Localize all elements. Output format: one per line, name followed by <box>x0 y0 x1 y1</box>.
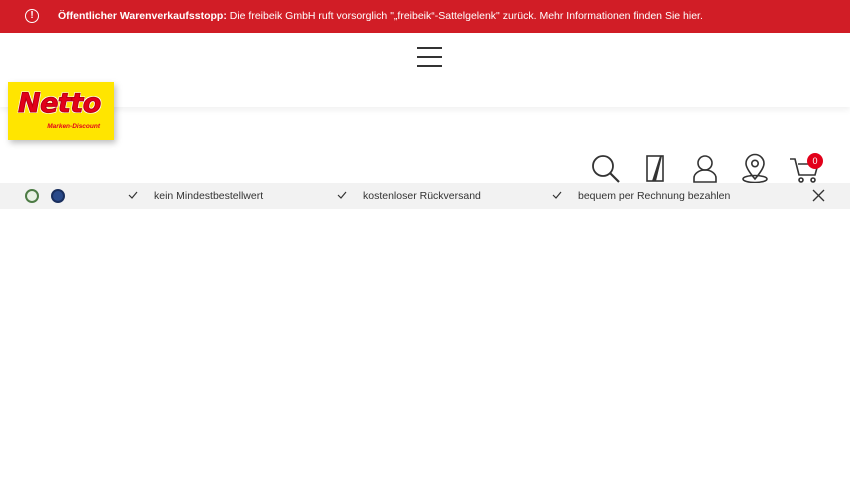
logo-subline: Marken-Discount <box>47 123 100 130</box>
checkmark-icon <box>337 191 347 199</box>
recall-alert-bar[interactable]: ! Öffentlicher Warenverkaufsstopp: Die f… <box>0 0 850 33</box>
site-header <box>0 33 850 107</box>
wishlist-icon[interactable] <box>640 153 672 185</box>
usp-item-invoice: bequem per Rechnung bezahlen <box>578 190 731 202</box>
checkmark-icon <box>128 191 138 199</box>
usp-bar: kein Mindestbestellwert kostenloser Rück… <box>0 183 850 209</box>
alert-title: Öffentlicher Warenverkaufsstopp: <box>58 10 227 22</box>
search-icon[interactable] <box>590 153 622 185</box>
usp-item-free-return: kostenloser Rückversand <box>363 190 481 202</box>
usp-item-min-order: kein Mindestbestellwert <box>154 190 264 202</box>
close-icon[interactable] <box>811 188 826 203</box>
recall-alert-text[interactable]: Öffentlicher Warenverkaufsstopp: Die fre… <box>58 10 703 22</box>
trust-seal-icon[interactable] <box>25 189 39 203</box>
checkmark-icon <box>552 191 562 199</box>
exclamation-circle-icon: ! <box>25 9 39 23</box>
netto-logo[interactable]: Netto Marken-Discount <box>8 82 114 140</box>
account-icon[interactable] <box>689 153 721 185</box>
trusted-shops-icon[interactable] <box>51 189 65 203</box>
store-locator-icon[interactable] <box>739 153 771 185</box>
cart-count-badge: 0 <box>807 153 823 169</box>
hamburger-menu-icon[interactable] <box>417 47 442 67</box>
alert-message: Die freibeik GmbH ruft vorsorglich "„fre… <box>226 10 703 22</box>
logo-word: Netto <box>18 88 102 120</box>
